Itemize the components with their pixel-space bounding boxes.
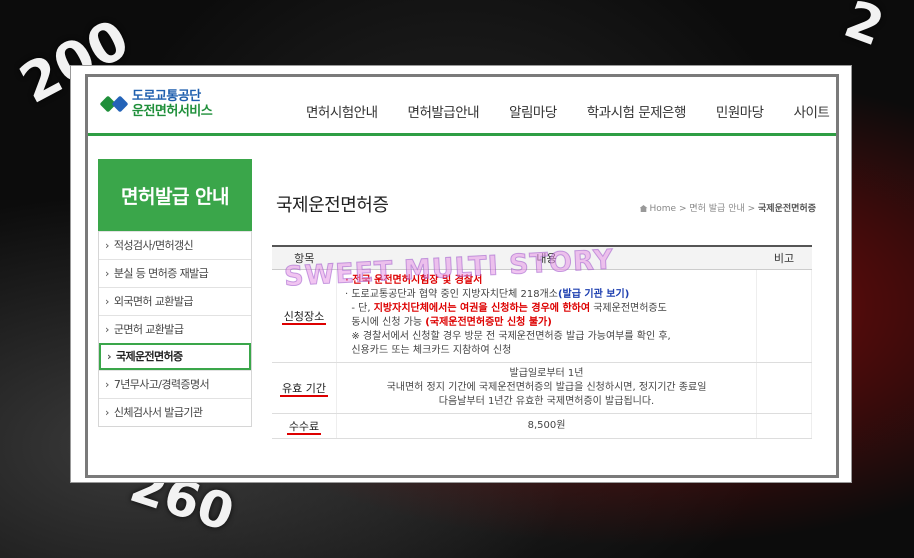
- sidebar-item-aptitude-test[interactable]: › 적성검사/면허갱신: [99, 231, 251, 259]
- nav-notice[interactable]: 알림마당: [509, 101, 557, 121]
- nav-license-exam[interactable]: 면허시험안내: [306, 101, 378, 121]
- chevron-right-icon: ›: [105, 239, 109, 252]
- logo-cross-icon: [99, 91, 129, 117]
- table-row: 수수료 8,500원: [272, 413, 812, 439]
- logo-line2: 운전면허서비스: [132, 104, 213, 119]
- logo-line1: 도로교통공단: [132, 89, 201, 104]
- chevron-right-icon: ›: [105, 295, 109, 308]
- sidebar-item-reissue[interactable]: › 분실 등 면허증 재발급: [99, 259, 251, 287]
- chevron-right-icon: ›: [105, 267, 109, 280]
- row-label-period: 유효 기간: [280, 382, 328, 397]
- breadcrumb: Home > 면허 발급 안내 > 국제운전면허증: [639, 201, 816, 214]
- sidebar-title: 면허발급 안내: [98, 159, 252, 231]
- sidebar-menu: › 적성검사/면허갱신 › 분실 등 면허증 재발급 › 외국면허 교환발급 › 군면허…: [98, 231, 252, 427]
- site-logo[interactable]: 도로교통공단 운전면허서비스: [99, 89, 213, 119]
- breadcrumb-home[interactable]: Home: [650, 204, 677, 214]
- sidebar-item-military-exchange[interactable]: › 군면허 교환발급: [99, 315, 251, 343]
- site-header: 도로교통공단 운전면허서비스 면허시험안내 면허발급안내 알림마당 학과시험 문…: [88, 77, 836, 136]
- main-nav: 면허시험안내 면허발급안내 알림마당 학과시험 문제은행 민원마당 사이트: [306, 101, 836, 121]
- period-content: 발급일로부터 1년 국내면허 정지 기간에 국제운전면허증의 발급을 신청하시면…: [336, 362, 757, 414]
- nav-civil-service[interactable]: 민원마당: [716, 101, 764, 121]
- sidebar: 면허발급 안내 › 적성검사/면허갱신 › 분실 등 면허증 재발급 › 외국면허 교…: [98, 159, 252, 427]
- fee-value: 8,500원: [336, 413, 757, 439]
- place-note: [756, 269, 812, 363]
- row-label-place: 신청장소: [281, 310, 327, 325]
- breadcrumb-current: 국제운전면허증: [758, 204, 816, 214]
- sidebar-item-international-license[interactable]: › 국제운전면허증: [99, 343, 251, 370]
- sidebar-item-foreign-exchange[interactable]: › 외국면허 교환발급: [99, 287, 251, 315]
- home-icon: [639, 205, 648, 212]
- view-issuing-agencies-link[interactable]: (발급 기관 보기): [558, 289, 629, 300]
- sidebar-item-medical-institutions[interactable]: › 신체검사서 발급기관: [99, 398, 251, 426]
- nav-question-bank[interactable]: 학과시험 문제은행: [587, 101, 687, 121]
- header-note: 비고: [756, 245, 812, 270]
- nav-license-issue[interactable]: 면허발급안내: [408, 101, 480, 121]
- table-row: 유효 기간 발급일로부터 1년 국내면허 정지 기간에 국제운전면허증의 발급을…: [272, 362, 812, 414]
- web-page: 도로교통공단 운전면허서비스 면허시험안내 면허발급안내 알림마당 학과시험 문…: [85, 74, 839, 478]
- chevron-right-icon: ›: [105, 406, 109, 419]
- chevron-right-icon: ›: [105, 323, 109, 336]
- chevron-right-icon: ›: [105, 378, 109, 391]
- sidebar-item-no-accident-certificate[interactable]: › 7년무사고/경력증명서: [99, 370, 251, 398]
- screenshot-frame: 도로교통공단 운전면허서비스 면허시험안내 면허발급안내 알림마당 학과시험 문…: [70, 65, 852, 483]
- breadcrumb-section[interactable]: 면허 발급 안내: [689, 204, 744, 214]
- nav-site[interactable]: 사이트: [794, 101, 830, 121]
- chevron-right-icon: ›: [107, 350, 112, 363]
- row-label-fee: 수수료: [286, 420, 322, 435]
